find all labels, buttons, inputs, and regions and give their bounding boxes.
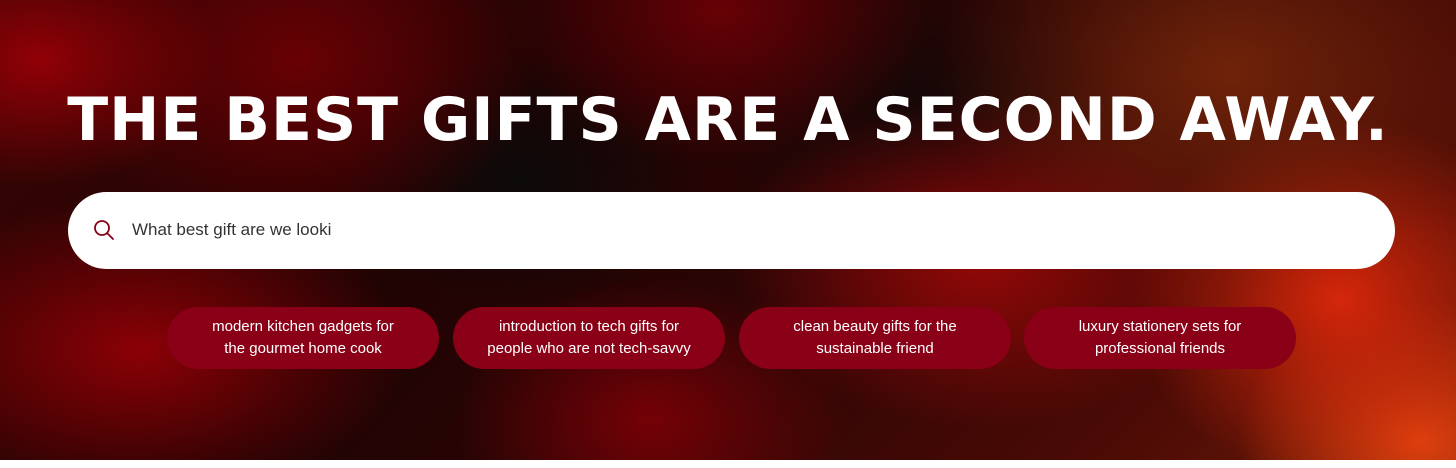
search-icon[interactable] xyxy=(93,219,115,241)
suggestion-chip-line: people who are not tech-savvy xyxy=(487,340,691,357)
suggestion-chip-line: luxury stationery sets for xyxy=(1078,318,1242,335)
suggestion-chip-clean-beauty[interactable]: clean beauty gifts for the sustainable f… xyxy=(739,307,1011,369)
suggestion-chip-line: clean beauty gifts for the xyxy=(793,318,957,335)
suggestion-chip-kitchen-gadgets[interactable]: modern kitchen gadgets for the gourmet h… xyxy=(167,307,439,369)
suggestion-chip-line: the gourmet home cook xyxy=(224,340,382,357)
suggestion-chip-line: sustainable friend xyxy=(816,340,934,357)
hero-banner: THE BEST GIFTS ARE A SECOND AWAY. modern… xyxy=(0,0,1456,460)
page-bottom-divider xyxy=(0,460,1456,468)
page-title: THE BEST GIFTS ARE A SECOND AWAY. xyxy=(67,85,1389,155)
suggestion-chip-line: introduction to tech gifts for xyxy=(498,318,680,335)
search-input[interactable] xyxy=(132,214,1362,246)
suggestion-chip-line: modern kitchen gadgets for xyxy=(212,318,394,335)
suggestion-chip-tech-gifts[interactable]: introduction to tech gifts for people wh… xyxy=(453,307,725,369)
suggestion-chip-line: professional friends xyxy=(1094,340,1226,357)
suggestion-chip-stationery[interactable]: luxury stationery sets for professional … xyxy=(1024,307,1296,369)
